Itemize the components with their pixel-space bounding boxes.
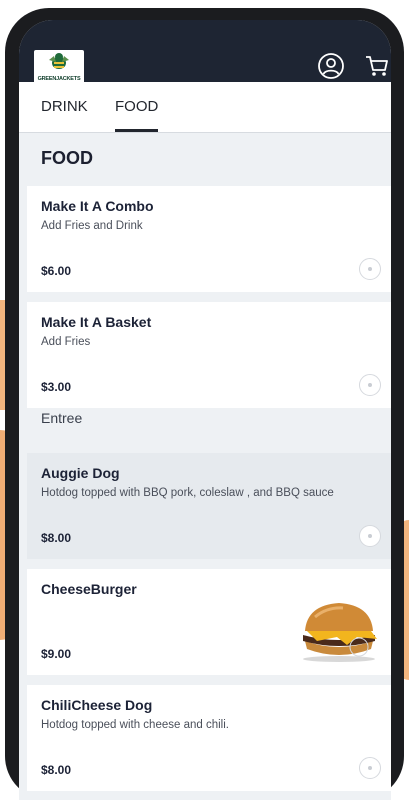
item-price: $8.00: [41, 763, 72, 777]
add-item-button[interactable]: [359, 757, 381, 779]
cheeseburger-photo: [303, 603, 377, 662]
item-price: $3.00: [41, 380, 72, 394]
cart-button[interactable]: [363, 52, 391, 80]
cart-icon: [366, 56, 388, 76]
add-item-button[interactable]: [359, 374, 381, 396]
profile-button[interactable]: [317, 52, 345, 80]
add-item-button[interactable]: [359, 258, 381, 280]
item-name: Auggie Dog: [41, 465, 120, 481]
item-name: Make It A Combo: [41, 198, 154, 214]
menu-item-card[interactable]: Make It A Basket Add Fries $3.00: [27, 302, 391, 408]
app-screen: GREENJACKETS DRINK FOOD FOOD Make It A C…: [19, 20, 391, 800]
item-description: Hotdog topped with BBQ pork, coleslaw , …: [41, 487, 334, 499]
item-price: $6.00: [41, 264, 72, 278]
item-description: Add Fries and Drink: [41, 220, 143, 232]
menu-item-card[interactable]: CheeseBurger $9.00: [27, 569, 391, 675]
menu-item-card[interactable]: ChiliCheese Dog Hotdog topped with chees…: [27, 685, 391, 791]
section-title: FOOD: [41, 148, 93, 168]
tab-drink[interactable]: DRINK: [41, 98, 88, 115]
app-header: GREENJACKETS: [19, 20, 391, 84]
item-name: CheeseBurger: [41, 581, 137, 597]
category-tabs: DRINK FOOD: [19, 82, 391, 133]
group-title: Entree: [41, 410, 83, 426]
item-description: Add Fries: [41, 336, 91, 348]
item-name: ChiliCheese Dog: [41, 697, 153, 713]
phone-frame: GREENJACKETS DRINK FOOD FOOD Make It A C…: [5, 8, 404, 800]
item-price: $8.00: [41, 531, 72, 545]
add-item-button[interactable]: [359, 525, 381, 547]
user-icon: [318, 53, 344, 79]
active-tab-indicator: [115, 129, 158, 132]
team-logo[interactable]: GREENJACKETS: [34, 50, 84, 84]
item-name: Make It A Basket: [41, 314, 152, 330]
item-description: Hotdog topped with cheese and chili.: [41, 719, 229, 731]
menu-item-card[interactable]: Make It A Combo Add Fries and Drink $6.0…: [27, 186, 391, 292]
menu-item-card[interactable]: Auggie Dog Hotdog topped with BBQ pork, …: [27, 453, 391, 559]
tab-food[interactable]: FOOD: [115, 98, 158, 115]
item-price: $9.00: [41, 647, 72, 661]
bee-mascot-icon: [49, 53, 69, 69]
